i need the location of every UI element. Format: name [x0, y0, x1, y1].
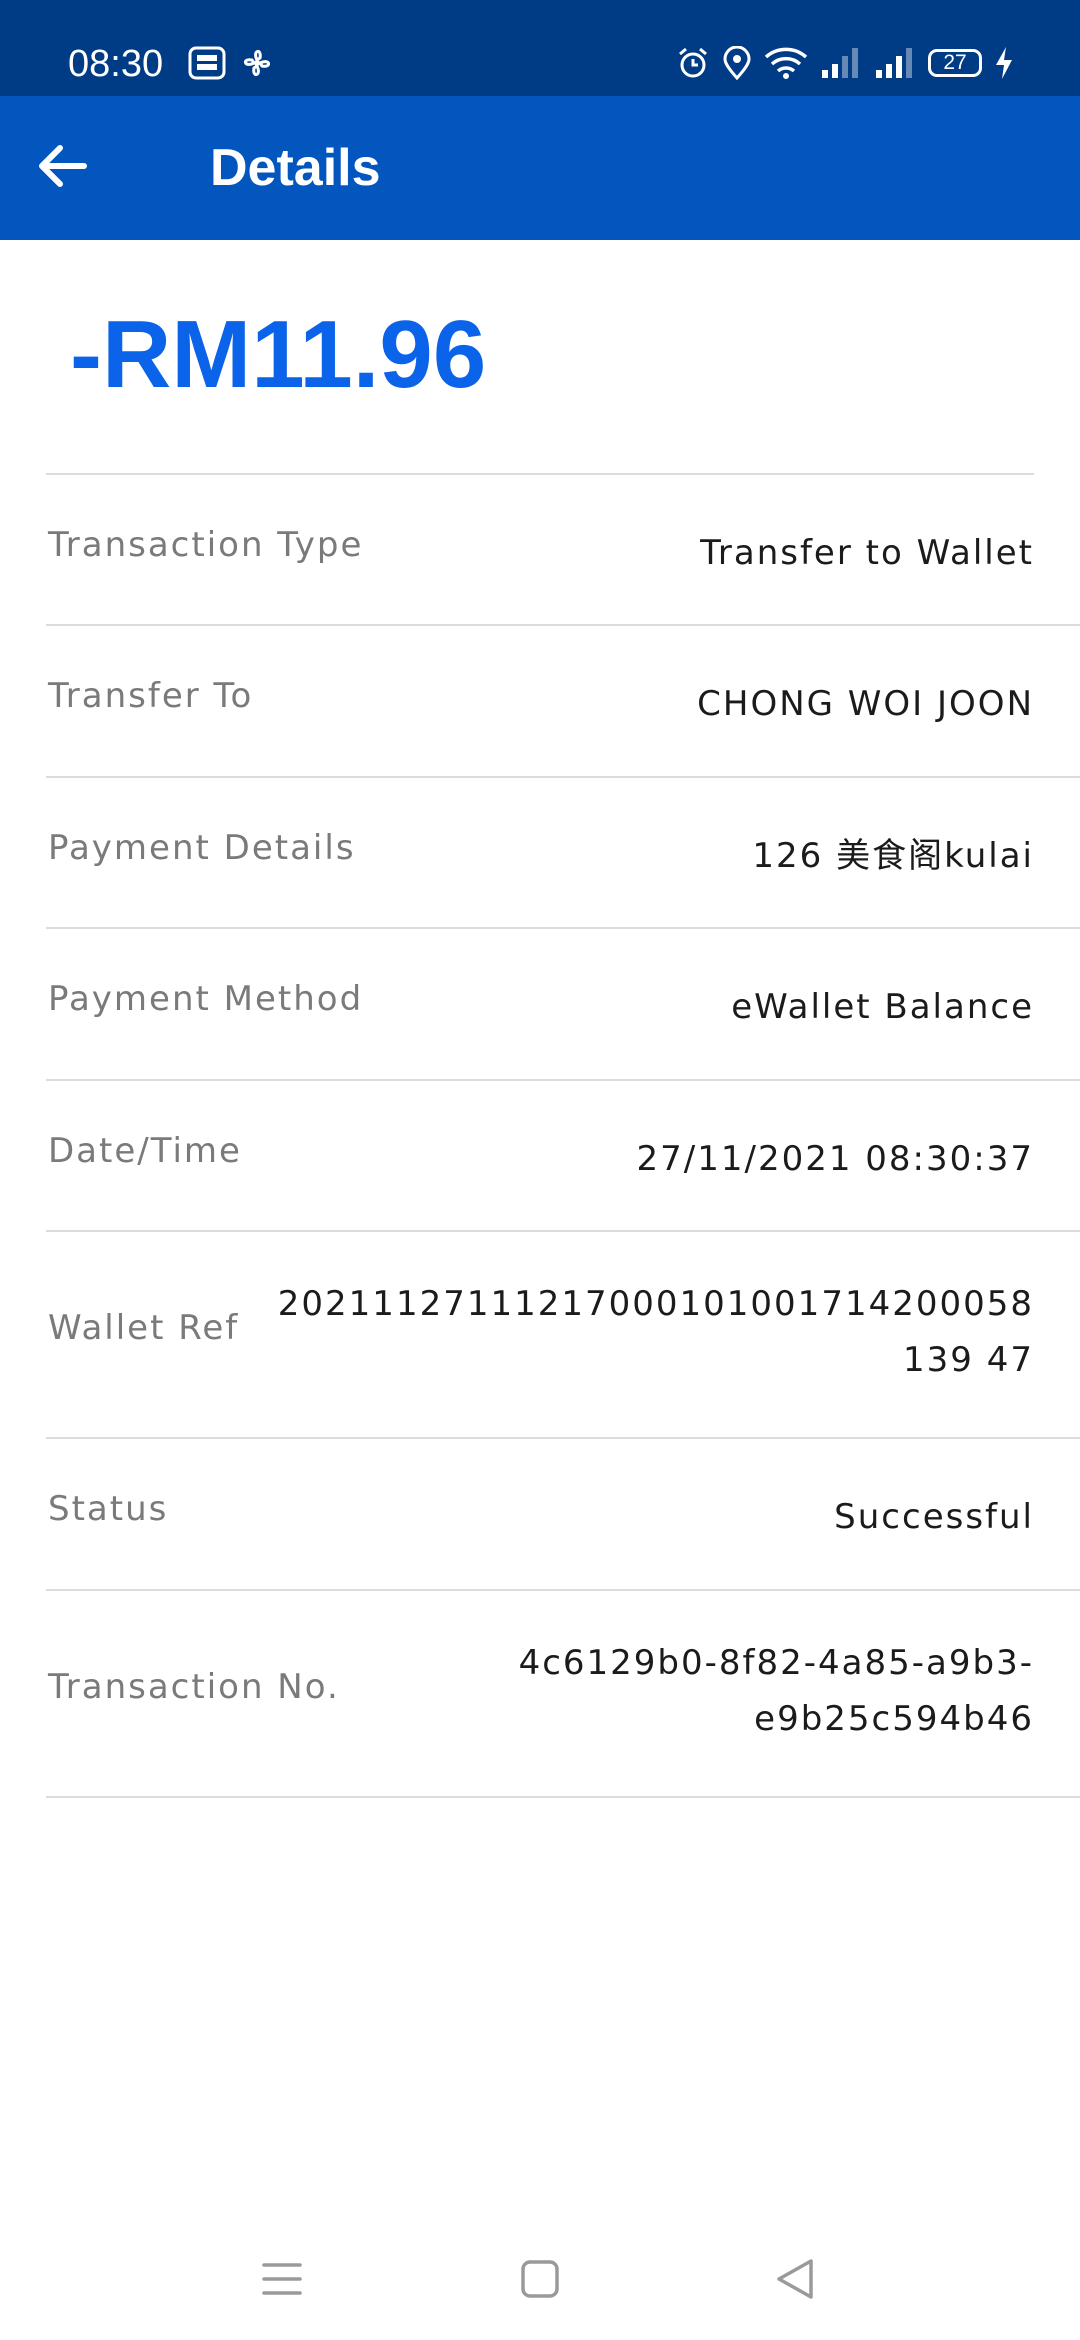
signal-icon: [820, 46, 862, 80]
fan-icon: [240, 46, 274, 80]
home-square-icon: [518, 2257, 562, 2305]
detail-label: Wallet Ref: [48, 1308, 240, 1348]
detail-row-status: Status Successful: [46, 1439, 1080, 1591]
system-back-button[interactable]: [760, 2246, 830, 2316]
detail-row-transaction-type: Transaction Type Transfer to Wallet: [46, 475, 1080, 626]
back-triangle-icon: [773, 2255, 817, 2307]
status-right-icons: 27: [676, 46, 1014, 80]
detail-row-payment-details: Payment Details 126 美食阁kulai: [46, 778, 1080, 929]
battery-icon: 27: [928, 49, 982, 77]
menu-icon: [260, 2259, 304, 2303]
recent-apps-button[interactable]: [247, 2246, 317, 2316]
detail-value: CHONG WOI JOON: [697, 684, 1034, 724]
home-button[interactable]: [505, 2246, 575, 2316]
detail-value: 4c6129b0-8f82-4a85-a9b3- e9b25c594b46: [518, 1643, 1034, 1739]
detail-value: 27/11/2021 08:30:37: [636, 1139, 1034, 1179]
detail-label: Payment Details: [48, 828, 356, 868]
detail-row-date-time: Date/Time 27/11/2021 08:30:37: [46, 1081, 1080, 1232]
detail-label: Transfer To: [48, 676, 254, 716]
arrow-left-icon: [34, 138, 90, 198]
touch-n-go-ewallet-icon: [188, 46, 226, 80]
charging-icon: [994, 46, 1014, 80]
detail-value: eWallet Balance: [731, 987, 1034, 1027]
page-title: Details: [210, 139, 381, 197]
status-bar: 08:30 27: [0, 0, 1080, 96]
detail-value: 126 美食阁kulai: [752, 836, 1034, 876]
detail-label: Transaction Type: [48, 525, 364, 565]
wifi-icon: [764, 46, 808, 80]
detail-label: Status: [48, 1489, 169, 1529]
detail-label: Date/Time: [48, 1131, 242, 1171]
navigation-bar: [0, 2220, 1080, 2340]
detail-label: Transaction No.: [48, 1667, 340, 1707]
status-left-icons: [188, 46, 274, 80]
status-time: 08:30: [68, 43, 164, 85]
signal-icon: [874, 46, 916, 80]
detail-value: 20211127111217000101001714200058139 47: [277, 1284, 1034, 1380]
transaction-amount: -RM11.96: [70, 301, 487, 408]
detail-row-transfer-to: Transfer To CHONG WOI JOON: [46, 626, 1080, 778]
detail-row-wallet-ref: Wallet Ref 20211127111217000101001714200…: [46, 1232, 1080, 1439]
back-button[interactable]: [26, 132, 98, 204]
location-icon: [722, 46, 752, 80]
detail-value: Successful: [834, 1497, 1034, 1537]
app-bar: Details: [0, 96, 1080, 240]
detail-row-payment-method: Payment Method eWallet Balance: [46, 929, 1080, 1081]
detail-label: Payment Method: [48, 979, 364, 1019]
detail-row-transaction-no: Transaction No. 4c6129b0-8f82-4a85-a9b3-…: [46, 1591, 1080, 1798]
detail-value: Transfer to Wallet: [700, 533, 1034, 573]
alarm-icon: [676, 46, 710, 80]
